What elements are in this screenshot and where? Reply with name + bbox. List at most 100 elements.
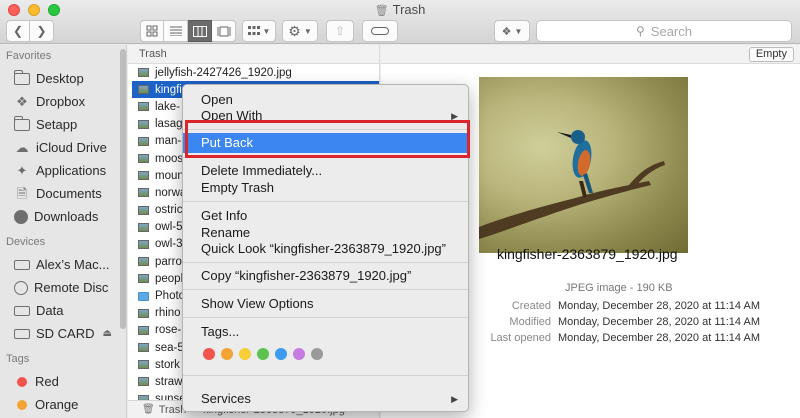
tag-color-dot[interactable]	[293, 348, 305, 360]
sidebar-item-downloads[interactable]: Downloads	[0, 205, 126, 228]
search-icon: ⚲	[636, 24, 645, 38]
sidebar-item-applications[interactable]: ✦ Applications	[0, 159, 126, 182]
menu-separator	[183, 201, 468, 202]
chevron-left-icon: ❮	[12, 24, 24, 38]
menu-separator	[183, 262, 468, 263]
image-thumbnail-icon	[138, 343, 149, 353]
download-icon	[14, 209, 28, 224]
sidebar-item-desktop[interactable]: Desktop	[0, 67, 126, 90]
preview-kind: JPEG image - 190 KB	[565, 282, 673, 294]
menu-item-empty-trash[interactable]: Empty Trash	[183, 180, 468, 196]
icon-view-button[interactable]	[140, 20, 164, 42]
menu-item-open[interactable]: Open	[183, 92, 468, 108]
tag-color-dot[interactable]	[239, 348, 251, 360]
image-thumbnail-icon	[138, 68, 149, 78]
applications-icon: ✦	[16, 162, 28, 178]
disk-icon	[14, 305, 30, 316]
sidebar-item-remote-disc[interactable]: Remote Disc	[0, 276, 126, 299]
image-thumbnail-icon	[138, 325, 149, 335]
action-menu-button[interactable]: ⚙ ▼	[282, 20, 318, 42]
window-title: 🗑 Trash	[374, 2, 426, 17]
image-thumbnail-icon	[138, 102, 149, 112]
menu-item-quick-look[interactable]: Quick Look “kingfisher-2363879_1920.jpg”	[183, 241, 468, 257]
sidebar-item-tag-red[interactable]: Red	[0, 370, 126, 393]
empty-trash-button[interactable]: Empty	[748, 47, 794, 62]
gallery-view-button[interactable]	[212, 20, 236, 42]
sidebar-item-mac[interactable]: Alex’s Mac...	[0, 253, 126, 276]
sidebar-item-icloud-drive[interactable]: ☁ iCloud Drive	[0, 136, 126, 159]
image-thumbnail-icon	[138, 274, 149, 284]
sidebar-item-data[interactable]: Data	[0, 299, 126, 322]
menu-item-get-info[interactable]: Get Info	[183, 208, 468, 224]
dropbox-toolbar-button[interactable]: ❖ ▼	[494, 20, 530, 42]
document-icon: 🗎	[16, 185, 28, 201]
sd-card-icon	[14, 328, 30, 339]
chevron-right-icon: ❯	[36, 24, 47, 38]
file-name: lake-	[155, 100, 180, 113]
red-tag-dot-icon	[17, 376, 27, 387]
share-button[interactable]: ⇧	[326, 20, 354, 42]
menu-item-delete-immediately[interactable]: Delete Immediately...	[183, 163, 468, 179]
search-field[interactable]: ⚲ Search	[536, 20, 792, 42]
folder-icon	[13, 115, 30, 131]
back-button[interactable]: ❮	[6, 20, 30, 42]
highlight-annotation-box	[185, 120, 470, 158]
image-thumbnail-icon	[138, 171, 149, 181]
edit-tags-button[interactable]	[362, 20, 398, 42]
file-row[interactable]: jellyfish-2427426_1920.jpg	[128, 64, 379, 81]
sidebar-item-documents[interactable]: 🗎 Documents	[0, 182, 126, 205]
eject-icon[interactable]: ⏏	[103, 328, 112, 339]
meta-last-opened: Last opened Monday, December 28, 2020 at …	[490, 332, 760, 344]
sidebar-header-favorites: Favorites	[6, 50, 52, 62]
menu-separator	[183, 375, 468, 376]
tag-color-dot[interactable]	[203, 348, 215, 360]
forward-button[interactable]: ❯	[30, 20, 54, 42]
search-placeholder: Search	[650, 23, 692, 39]
dropbox-icon: ❖	[16, 93, 28, 109]
laptop-icon	[14, 259, 30, 270]
sidebar-item-tag-orange[interactable]: Orange	[0, 393, 126, 416]
menu-item-tags[interactable]: Tags...	[183, 324, 468, 340]
share-icon: ⇧	[334, 24, 346, 38]
image-thumbnail-icon	[138, 119, 149, 129]
menu-item-services[interactable]: Services ▶	[183, 391, 468, 407]
list-view-icon	[169, 26, 182, 36]
image-thumbnail-icon	[138, 205, 149, 215]
folder-icon	[13, 69, 30, 85]
sidebar-item-setapp[interactable]: Setapp	[0, 113, 126, 136]
column-view-icon	[192, 25, 207, 37]
trash-icon: 🗑	[142, 404, 155, 415]
list-view-button[interactable]	[164, 20, 188, 42]
cloud-icon: ☁	[15, 139, 29, 155]
sidebar-header-devices: Devices	[6, 236, 46, 248]
image-thumbnail-icon	[138, 377, 149, 387]
file-name: moos	[155, 152, 184, 165]
menu-item-copy[interactable]: Copy “kingfisher-2363879_1920.jpg”	[183, 268, 468, 284]
gallery-view-icon	[217, 26, 230, 36]
menu-item-show-view-options[interactable]: Show View Options	[183, 296, 468, 312]
file-name: rhino	[155, 307, 181, 320]
sidebar: Favorites Desktop ❖ Dropbox Setapp ☁ iClou…	[0, 45, 127, 418]
tag-color-dot[interactable]	[257, 348, 269, 360]
tag-icon	[371, 27, 389, 35]
sidebar-scrollbar[interactable]	[120, 49, 126, 329]
file-name: rose-	[155, 324, 182, 337]
kingfisher-photo	[479, 77, 688, 253]
sidebar-item-sd-card[interactable]: SD CARD ⏏	[0, 322, 126, 345]
tag-color-dot[interactable]	[311, 348, 323, 360]
file-name: straw	[155, 375, 183, 388]
kingfisher-illustration	[479, 130, 665, 239]
group-by-button[interactable]: ▼	[242, 20, 276, 42]
sidebar-item-dropbox[interactable]: ❖ Dropbox	[0, 90, 126, 113]
image-thumbnail-icon	[138, 222, 149, 232]
chevron-down-icon: ▼	[514, 26, 523, 36]
image-thumbnail-icon	[138, 136, 149, 146]
image-thumbnail-icon	[138, 360, 149, 370]
tag-color-dot[interactable]	[221, 348, 233, 360]
disc-icon	[14, 280, 28, 295]
column-header: Trash	[128, 45, 379, 64]
tag-color-dot[interactable]	[275, 348, 287, 360]
menu-item-rename[interactable]: Rename	[183, 225, 468, 241]
preview-header: Empty	[381, 45, 800, 64]
column-view-button[interactable]	[188, 20, 212, 42]
